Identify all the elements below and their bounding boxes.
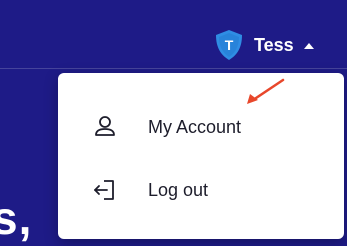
- menu-item-label: Log out: [148, 180, 209, 200]
- caret-up-icon: [303, 43, 314, 49]
- header-divider: [0, 68, 347, 69]
- user-name: Tess: [254, 35, 294, 55]
- account-dropdown-menu: My Account Log out: [58, 73, 344, 239]
- avatar-letter: T: [225, 37, 234, 53]
- avatar: T: [212, 28, 246, 62]
- log-out-icon: [92, 177, 118, 203]
- menu-item-log-out[interactable]: Log out: [58, 166, 344, 214]
- menu-item-my-account[interactable]: My Account: [58, 103, 344, 151]
- user-menu-toggle[interactable]: T Tess: [212, 30, 314, 60]
- menu-item-label: My Account: [148, 117, 242, 137]
- background-heading: s,: [0, 192, 33, 244]
- user-icon: [92, 114, 118, 140]
- shield-avatar-icon: T: [216, 30, 242, 60]
